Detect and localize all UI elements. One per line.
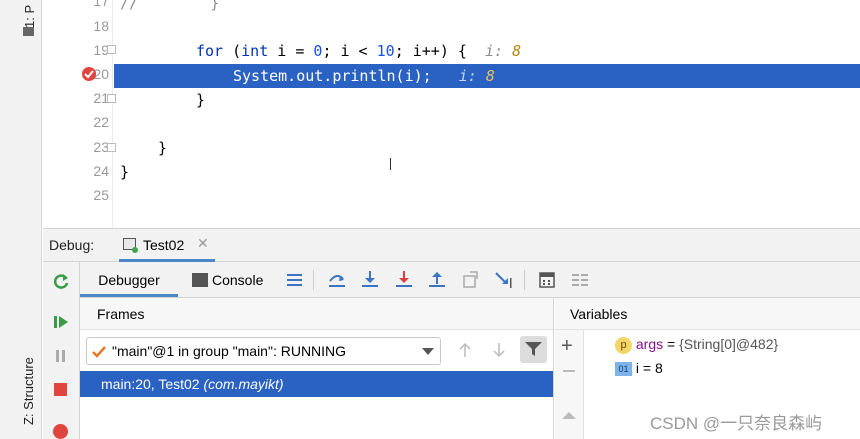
primitive-icon-label: 01 (618, 364, 629, 374)
code-editor[interactable]: // } for (int i = 0; i < 10; i++) { i: 8… (114, 0, 860, 228)
variable-value: 8 (654, 360, 663, 376)
tab-debugger-label: Debugger (98, 272, 160, 288)
line-number: 17 (93, 0, 109, 9)
code-line-21: } (196, 91, 206, 109)
code-line-19: for (int i = 0; i < 10; i++) { i: 8 (196, 39, 521, 63)
console-icon (192, 273, 208, 287)
add-watch-icon[interactable]: + (561, 336, 573, 356)
line-number: 24 (93, 163, 109, 179)
tab-console-label: Console (212, 272, 264, 288)
code-text: ; i++) { (394, 42, 485, 60)
inline-hint: i: (458, 67, 486, 85)
variable-row[interactable]: p args = {String[0]@482} (615, 336, 778, 358)
thread-select-value: "main"@1 in group "main": RUNNING (112, 343, 347, 359)
frame-location: main:20, Test02 (101, 376, 200, 392)
arrow-down-icon[interactable] (492, 342, 506, 358)
debug-tool-header: Debug: Test02 ✕ (43, 228, 860, 262)
frame-package: (com.mayikt) (203, 376, 284, 392)
remove-watch-icon[interactable] (563, 370, 575, 372)
inline-hint: i: (485, 42, 513, 60)
arrow-up-icon[interactable] (458, 342, 472, 358)
variables-header-label: Variables (570, 306, 628, 322)
variable-row[interactable]: 01 i = 8 (615, 360, 663, 382)
frames-header-label: Frames (97, 306, 145, 322)
project-tab-label: 1: P (22, 4, 37, 28)
code-text: System.out.println(i); (233, 67, 432, 85)
filter-icon (525, 342, 542, 356)
variable-value: {String[0]@482} (679, 336, 779, 352)
line-number: 19 (93, 42, 109, 58)
pause-icon[interactable] (54, 349, 68, 363)
left-tool-strip: 1: P Z: Structure (0, 0, 42, 439)
inline-hint-value: 8 (512, 42, 522, 60)
variables-side-toolbar: + (555, 330, 584, 439)
running-dot-icon (132, 247, 138, 253)
watermark: CSDN @一只奈良森屿 (650, 414, 823, 433)
step-into-icon[interactable] (360, 270, 380, 290)
rerun-icon[interactable] (52, 272, 70, 290)
variables-header: Variables (555, 298, 860, 330)
debug-side-actions (43, 262, 80, 439)
move-up-icon[interactable] (562, 410, 576, 420)
session-tab-label: Test02 (143, 237, 185, 253)
keyword-for: for (196, 42, 224, 60)
check-icon (92, 346, 106, 358)
step-over-icon[interactable] (327, 270, 347, 290)
number-literal: 10 (376, 42, 395, 60)
structure-tool-tab[interactable]: Z: Structure (21, 357, 36, 425)
chevron-down-icon (422, 348, 434, 355)
line-number: 25 (93, 187, 109, 203)
code-line-24: } (120, 163, 130, 181)
keyword-int: int (241, 42, 269, 60)
variable-name: args (635, 336, 664, 352)
breakpoint-icon[interactable] (82, 67, 96, 81)
evaluate-expression-icon[interactable] (537, 270, 557, 290)
frames-header: Frames (80, 298, 553, 330)
run-to-cursor-icon[interactable] (494, 270, 514, 290)
project-tool-tab[interactable]: 1: P (22, 5, 37, 28)
editor-gutter: 17 18 19 20 21 22 23 24 25 (43, 0, 116, 228)
code-text: i = (268, 42, 314, 60)
stop-icon[interactable] (54, 383, 67, 396)
folder-icon[interactable] (23, 27, 34, 36)
current-execution-line: System.out.println(i); i: 8 (114, 64, 860, 88)
parameter-icon: p (615, 337, 632, 354)
line-number: 22 (93, 114, 109, 130)
primitive-icon: 01 (615, 362, 632, 376)
trace-stream-icon[interactable] (570, 270, 590, 290)
frames-panel: Frames "main"@1 in group "main": RUNNING… (80, 298, 554, 439)
filter-button[interactable] (520, 336, 547, 363)
code-text: ; i < (322, 42, 377, 60)
debug-label: Debug: (49, 237, 95, 253)
line-number: 18 (93, 18, 109, 34)
debug-toolbar: Debugger Console (80, 262, 860, 298)
thread-select[interactable]: "main"@1 in group "main": RUNNING (86, 337, 441, 365)
resume-icon[interactable] (53, 314, 69, 330)
code-text: ( (223, 42, 242, 60)
line-number: 20 (93, 66, 109, 82)
tab-debugger[interactable]: Debugger (80, 262, 178, 297)
code-line-17: // } (120, 0, 220, 12)
parameter-icon-letter: p (620, 339, 627, 351)
step-out-icon[interactable] (427, 270, 447, 290)
variables-panel: Variables + p args = {String[0]@482} 01 … (555, 298, 860, 439)
structure-tab-label: Z: Structure (21, 357, 36, 425)
force-step-into-icon[interactable] (394, 270, 414, 290)
frame-row-selected[interactable]: main:20, Test02 (com.mayikt) (80, 371, 553, 397)
view-breakpoints-icon[interactable] (53, 424, 68, 439)
text-cursor-icon (390, 158, 391, 170)
code-line-23: } (158, 139, 168, 157)
session-tab[interactable]: Test02 ✕ (119, 229, 215, 262)
drop-frame-icon[interactable] (461, 270, 481, 290)
variable-name: i (635, 360, 640, 376)
tab-console[interactable]: Console (192, 262, 263, 298)
close-icon[interactable]: ✕ (197, 235, 209, 252)
menu-icon[interactable] (285, 270, 305, 290)
inline-hint-value: 8 (485, 67, 495, 85)
line-number: 23 (93, 139, 109, 155)
line-number: 21 (93, 90, 109, 106)
